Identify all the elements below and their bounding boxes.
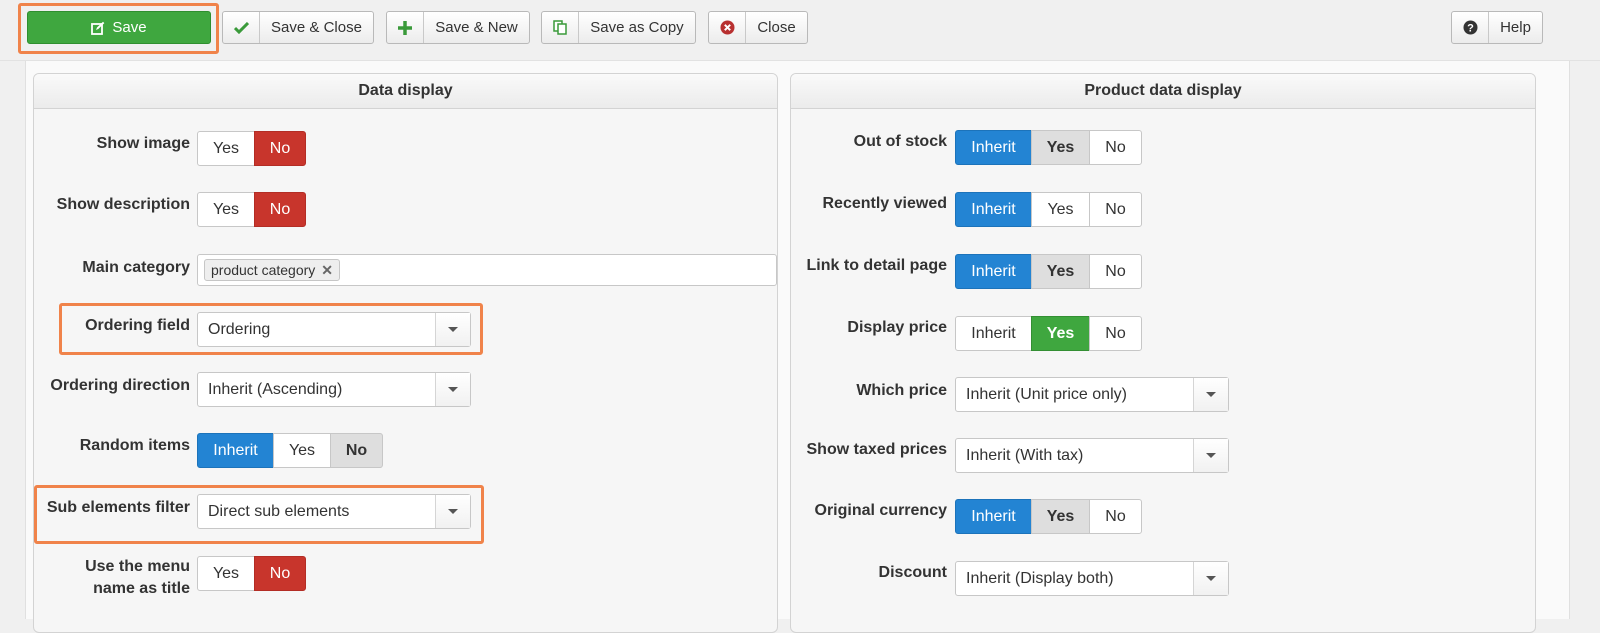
- save-close-label: Save & Close: [271, 19, 362, 36]
- show-taxed-label: Show taxed prices: [806, 441, 948, 458]
- recently-viewed-row: Recently viewed Inherit Yes No: [0, 192, 1600, 232]
- plus-icon-wrap: [387, 12, 424, 43]
- chevron-down-icon: [1193, 439, 1228, 472]
- close-icon-wrap: [709, 12, 746, 43]
- plus-icon: [398, 20, 412, 35]
- save-button-content: Save: [28, 12, 210, 43]
- toolbar: Save Save & Close Save & New Save as Cop…: [0, 0, 1600, 61]
- help-icon-wrap: ?: [1452, 12, 1489, 43]
- display-price-yes[interactable]: Yes: [1031, 316, 1090, 351]
- link-detail-yes[interactable]: Yes: [1031, 254, 1090, 289]
- close-circle-icon: [720, 20, 734, 35]
- panel-title: Data display: [34, 74, 777, 109]
- out-of-stock-row: Out of stock Inherit Yes No: [0, 130, 1600, 170]
- chevron-down-icon: [1193, 562, 1228, 595]
- out-of-stock-label: Out of stock: [853, 133, 947, 150]
- out-of-stock-inherit[interactable]: Inherit: [955, 130, 1032, 165]
- original-currency-toggle: Inherit Yes No: [955, 499, 1142, 534]
- help-button[interactable]: ? Help: [1451, 11, 1543, 44]
- link-detail-label: Link to detail page: [806, 257, 947, 274]
- save-new-button[interactable]: Save & New: [386, 11, 530, 44]
- discount-value: Inherit (Display both): [966, 569, 1114, 587]
- original-currency-label: Original currency: [814, 502, 948, 519]
- save-button[interactable]: Save: [27, 11, 211, 44]
- show-taxed-value: Inherit (With tax): [966, 446, 1084, 464]
- recently-viewed-no[interactable]: No: [1089, 192, 1142, 227]
- link-detail-row: Link to detail page Inherit Yes No: [0, 254, 1600, 294]
- save-label: Save: [112, 19, 147, 36]
- display-price-no[interactable]: No: [1089, 316, 1142, 351]
- show-taxed-select[interactable]: Inherit (With tax): [955, 438, 1229, 473]
- original-currency-inherit[interactable]: Inherit: [955, 499, 1032, 534]
- out-of-stock-yes[interactable]: Yes: [1031, 130, 1090, 165]
- help-label: Help: [1500, 19, 1531, 36]
- recently-viewed-label: Recently viewed: [822, 195, 948, 212]
- check-icon-wrap: [223, 12, 260, 43]
- save-new-label: Save & New: [435, 19, 518, 36]
- link-detail-no[interactable]: No: [1089, 254, 1142, 289]
- link-detail-inherit[interactable]: Inherit: [955, 254, 1032, 289]
- check-icon: [233, 21, 249, 34]
- recently-viewed-inherit[interactable]: Inherit: [955, 192, 1032, 227]
- save-close-button[interactable]: Save & Close: [222, 11, 374, 44]
- link-detail-toggle: Inherit Yes No: [955, 254, 1142, 289]
- out-of-stock-toggle: Inherit Yes No: [955, 130, 1142, 165]
- copy-icon-wrap: [542, 12, 579, 43]
- svg-text:?: ?: [1467, 23, 1474, 35]
- recently-viewed-yes[interactable]: Yes: [1031, 192, 1090, 227]
- discount-label: Discount: [878, 564, 947, 581]
- out-of-stock-no[interactable]: No: [1089, 130, 1142, 165]
- display-price-toggle: Inherit Yes No: [955, 316, 1142, 351]
- panel-title: Product data display: [791, 74, 1535, 109]
- original-currency-no[interactable]: No: [1089, 499, 1142, 534]
- save-copy-label: Save as Copy: [590, 19, 684, 36]
- which-price-value: Inherit (Unit price only): [966, 385, 1127, 403]
- close-label: Close: [757, 19, 796, 36]
- original-currency-yes[interactable]: Yes: [1031, 499, 1090, 534]
- recently-viewed-toggle: Inherit Yes No: [955, 192, 1142, 227]
- save-copy-button[interactable]: Save as Copy: [541, 11, 696, 44]
- display-price-inherit[interactable]: Inherit: [955, 316, 1032, 351]
- close-button[interactable]: Close: [708, 11, 808, 44]
- show-taxed-row: Show taxed prices Inherit (With tax): [0, 438, 1600, 478]
- discount-row: Discount Inherit (Display both): [0, 561, 1600, 601]
- display-price-row: Display price Inherit Yes No: [0, 316, 1600, 356]
- original-currency-row: Original currency Inherit Yes No: [0, 499, 1600, 539]
- which-price-select[interactable]: Inherit (Unit price only): [955, 377, 1229, 412]
- which-price-row: Which price Inherit (Unit price only): [0, 377, 1600, 417]
- copy-icon: [552, 20, 567, 35]
- discount-select[interactable]: Inherit (Display both): [955, 561, 1229, 596]
- which-price-label: Which price: [856, 382, 947, 399]
- chevron-down-icon: [1193, 378, 1228, 411]
- question-icon: ?: [1463, 20, 1477, 35]
- display-price-label: Display price: [847, 319, 947, 336]
- edit-icon: [91, 21, 105, 35]
